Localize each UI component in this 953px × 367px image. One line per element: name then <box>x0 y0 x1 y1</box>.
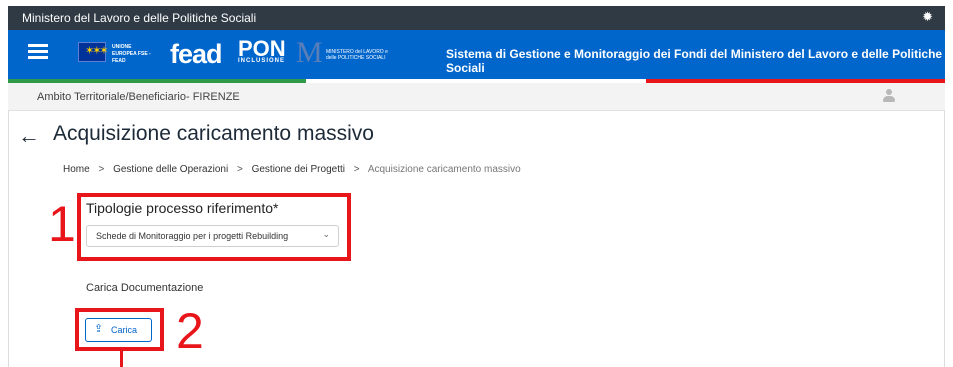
process-type-select[interactable]: Schede di Monitoraggio per i progetti Re… <box>86 225 339 247</box>
process-type-value: Schede di Monitoraggio per i progetti Re… <box>96 231 289 241</box>
ministry-m-logo: M <box>296 36 323 69</box>
chevron-down-icon: ⌄ <box>322 229 330 239</box>
user-icon[interactable] <box>882 89 896 105</box>
upload-button[interactable]: ⇪ Carica <box>85 318 152 342</box>
breadcrumb-separator: > <box>98 164 105 175</box>
breadcrumb-separator: > <box>236 164 243 175</box>
context-bar: Ambito Territoriale/Beneficiario- FIRENZ… <box>8 83 945 111</box>
annotation-pointer-line <box>120 351 123 367</box>
ministry-title: Ministero del Lavoro e delle Politiche S… <box>22 11 257 25</box>
upload-section-label: Carica Documentazione <box>86 282 204 294</box>
process-type-label: Tipologie processo riferimento* <box>86 200 279 216</box>
breadcrumb-home[interactable]: Home <box>63 164 90 175</box>
breadcrumb-gestione-progetti[interactable]: Gestione dei Progetti <box>252 164 345 175</box>
beneficiary-label: Ambito Territoriale/Beneficiario- FIRENZ… <box>37 91 240 103</box>
content-right-border <box>944 111 945 367</box>
page-title: Acquisizione caricamento massivo <box>53 122 374 145</box>
annotation-step-1: 1 <box>48 196 76 252</box>
ministry-logo-text: MINISTERO del LAVORO e delle POLITICHE S… <box>326 49 388 61</box>
annotation-step-2: 2 <box>176 303 204 359</box>
fead-logo: fead <box>170 39 223 69</box>
breadcrumb-separator: > <box>353 164 360 175</box>
arrow-left-icon[interactable]: ← <box>18 123 40 149</box>
brand-header: ✶✶✶ UNIONE EUROPEA FSE - FEAD fead PON I… <box>8 30 945 79</box>
breadcrumb-current: Acquisizione caricamento massivo <box>367 164 521 175</box>
pon-logo-sub: INCLUSIONE <box>238 58 286 64</box>
content-left-border <box>8 111 9 367</box>
hamburger-menu-icon[interactable] <box>28 44 48 60</box>
eu-flag-logo: ✶✶✶ <box>78 42 109 62</box>
breadcrumb-gestione-operazioni[interactable]: Gestione delle Operazioni <box>113 164 228 175</box>
eu-logo-text: UNIONE EUROPEA FSE - FEAD <box>112 44 151 64</box>
ministry-top-bar: Ministero del Lavoro e delle Politiche S… <box>8 6 945 30</box>
system-title: Sistema di Gestione e Monitoraggio dei F… <box>446 47 943 75</box>
breadcrumb: Home > Gestione delle Operazioni > Gesti… <box>63 164 525 175</box>
upload-icon: ⇪ <box>94 323 104 335</box>
gear-icon[interactable]: ✹ <box>922 9 933 25</box>
upload-button-label: Carica <box>111 325 138 335</box>
pon-inclusione-logo: PON INCLUSIONE <box>238 36 286 64</box>
